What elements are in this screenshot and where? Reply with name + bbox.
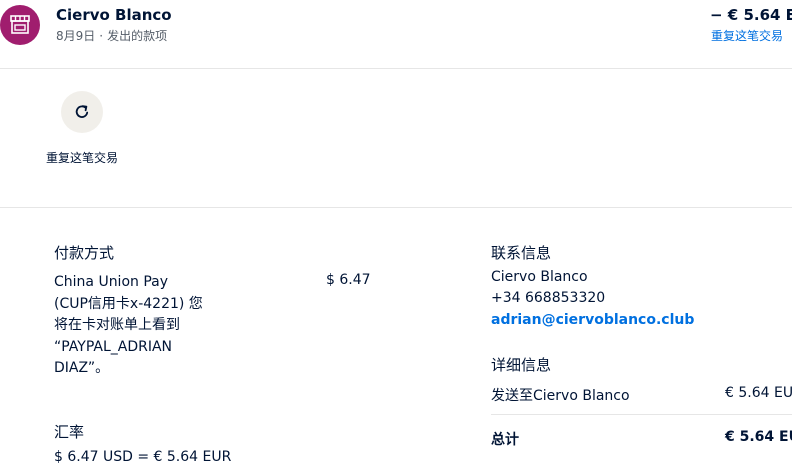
transaction-header: Ciervo Blanco 8月9日·发出的款项 − € 5.64 EUR 重复… [0,0,792,69]
actions-section: 重复这笔交易 [0,69,792,208]
sent-to-row: 发送至Ciervo Blanco € 5.64 EUR [491,385,792,405]
merchant-name: Ciervo Blanco [56,6,172,24]
sent-to-label: 发送至Ciervo Blanco [491,388,630,404]
subtitle-separator: · [99,29,104,43]
exchange-rate-heading: 汇率 [54,423,85,441]
total-label: 总计 [491,432,519,448]
payment-amount: $ 6.47 [326,272,371,288]
repeat-button-circle[interactable] [61,91,103,133]
merchant-logo [0,5,40,45]
refresh-icon [75,105,89,118]
details-heading: 详细信息 [491,356,552,374]
transaction-type: 发出的款项 [107,29,168,43]
repeat-button-label: 重复这笔交易 [46,151,119,165]
storefront-icon [10,15,30,34]
sent-to-amount: € 5.64 EUR [725,385,792,401]
contact-phone: +34 668853320 [491,290,606,306]
total-row: 总计 € 5.64 EUR [491,429,792,449]
repeat-transaction-link[interactable]: 重复这笔交易 [711,27,783,44]
transaction-subtitle: 8月9日 · 发出的款项 [56,27,167,44]
payment-method-heading: 付款方式 [54,244,115,262]
details-divider [491,414,792,415]
contact-name: Ciervo Blanco [491,269,588,285]
payment-method-text: China Union Pay (CUP信用卡x-4221) 您将在卡对账单上看… [54,274,203,376]
exchange-rate-value: $ 6.47 USD = € 5.64 EUR [54,449,232,465]
contact-email-link[interactable]: adrian@ciervoblanco.club [491,312,694,328]
contact-info-heading: 联系信息 [491,244,552,262]
transaction-amount: − € 5.64 EUR [710,6,792,24]
total-amount: € 5.64 EUR [725,429,792,445]
repeat-transaction-button[interactable]: 重复这笔交易 [46,91,118,167]
transaction-date: 8月9日 [56,29,96,43]
